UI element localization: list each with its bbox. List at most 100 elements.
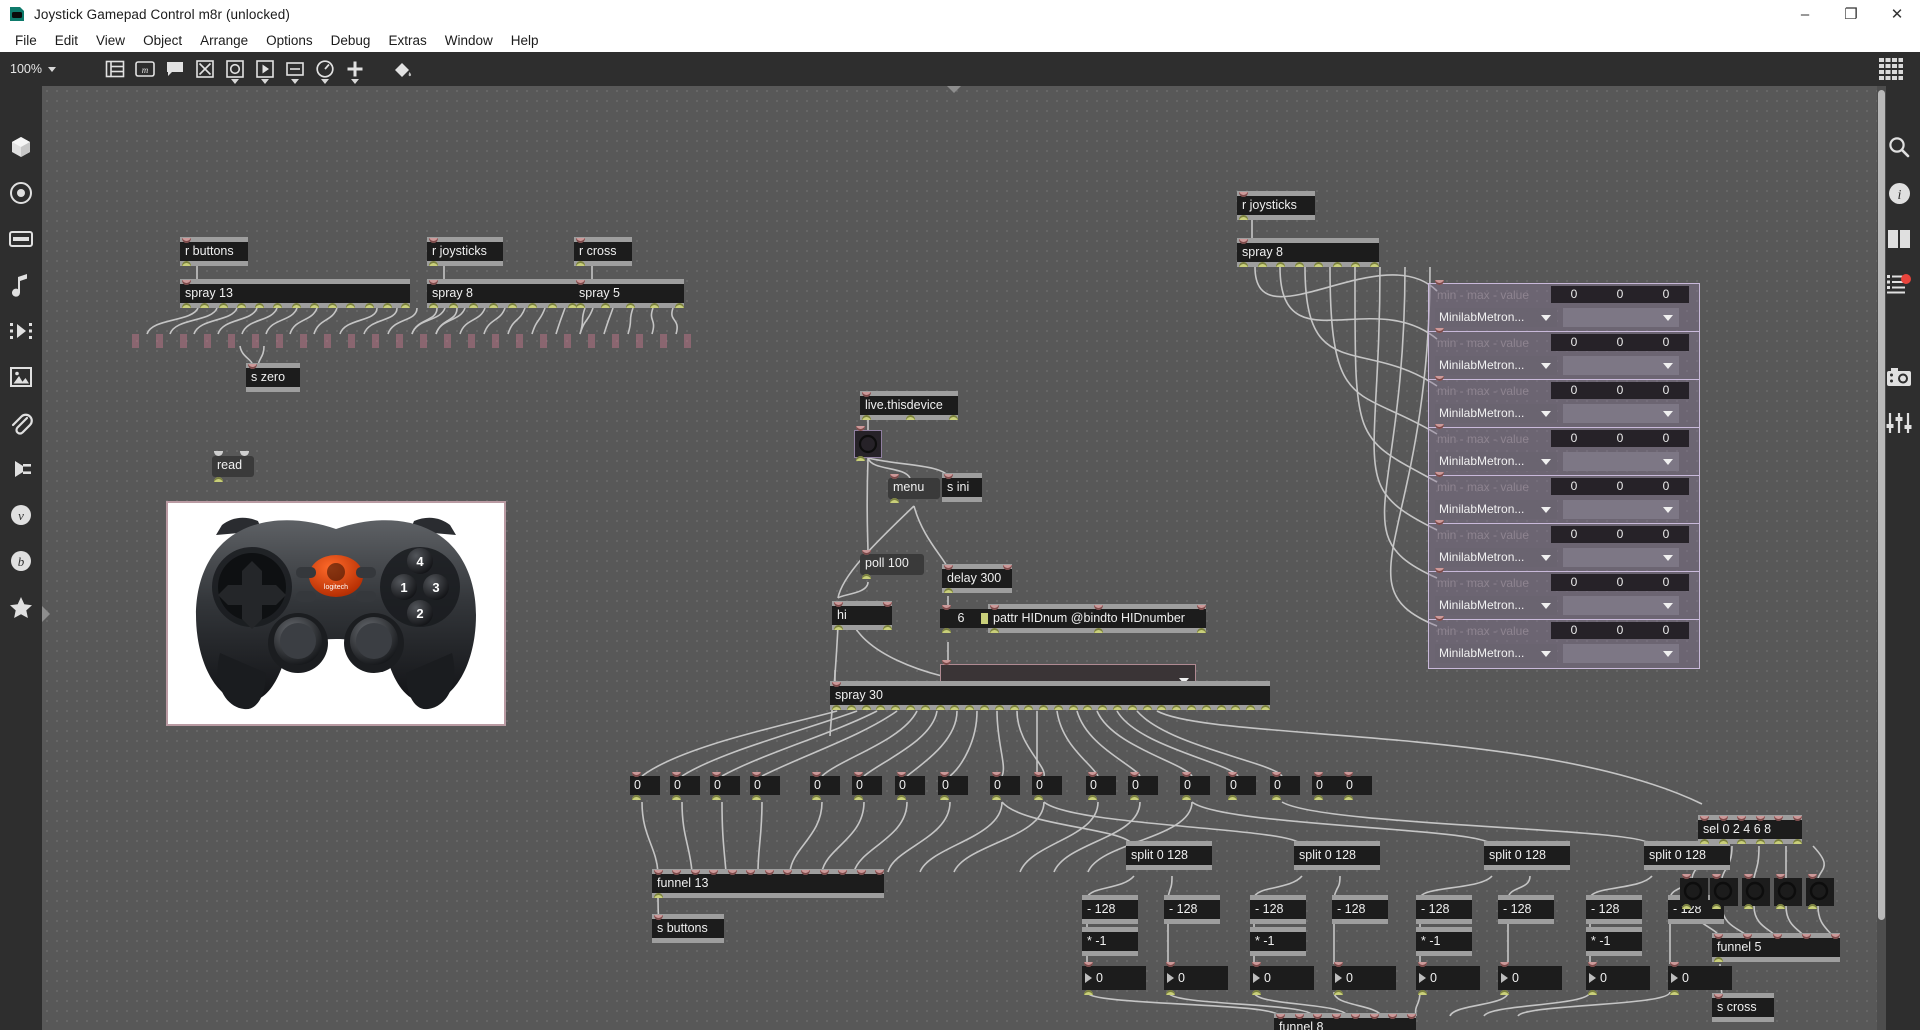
minilab-min-number-box[interactable]: 0 bbox=[1551, 526, 1597, 543]
delay-300-object[interactable]: delay 300 bbox=[942, 564, 1012, 593]
split-object[interactable]: split 0 128 bbox=[1126, 841, 1212, 870]
send-buttons-object[interactable]: s buttons bbox=[652, 914, 724, 943]
minilab-max-number-box[interactable]: 0 bbox=[1597, 286, 1643, 303]
number-box-large[interactable]: 0 bbox=[1498, 966, 1562, 990]
minilab-value-number-box[interactable]: 0 bbox=[1643, 430, 1689, 447]
split-object[interactable]: split 0 128 bbox=[1644, 841, 1730, 870]
minilab-max-number-box[interactable]: 0 bbox=[1597, 430, 1643, 447]
times-object[interactable]: * -1 bbox=[1082, 927, 1138, 956]
sidebar-panel-icon[interactable] bbox=[100, 52, 130, 86]
minus-object[interactable]: - 128 bbox=[1082, 895, 1138, 924]
minilab-min-number-box[interactable]: 0 bbox=[1551, 334, 1597, 351]
star-icon[interactable] bbox=[0, 584, 42, 630]
number-box[interactable]: 0 bbox=[990, 776, 1020, 795]
spray-30-object[interactable]: spray 30 bbox=[830, 681, 1270, 710]
cross-toggle[interactable] bbox=[1680, 878, 1708, 906]
send-cross-object[interactable]: s cross bbox=[1712, 993, 1774, 1022]
minilab-device-dropdown[interactable]: MinilabMetron... bbox=[1435, 596, 1557, 615]
minus-object[interactable]: - 128 bbox=[1164, 895, 1220, 924]
minilab-max-number-box[interactable]: 0 bbox=[1597, 526, 1643, 543]
target-circle-icon[interactable] bbox=[0, 170, 42, 216]
receive-joysticks-object[interactable]: r joysticks bbox=[427, 237, 503, 266]
number-box[interactable]: 0 bbox=[710, 776, 740, 795]
package-cube-icon[interactable] bbox=[0, 124, 42, 170]
menu-item-window[interactable]: Window bbox=[436, 31, 502, 50]
vizzie-v-icon[interactable]: v bbox=[0, 492, 42, 538]
number-box[interactable]: 0 bbox=[895, 776, 925, 795]
menu-message-box[interactable]: menu bbox=[888, 478, 940, 499]
toggle-object-icon[interactable] bbox=[220, 52, 250, 86]
sel-object[interactable]: sel 0 2 4 6 8 bbox=[1698, 815, 1802, 844]
minus-object[interactable]: - 128 bbox=[1416, 895, 1472, 924]
number-box-large[interactable]: 0 bbox=[1332, 966, 1396, 990]
gamepad-image[interactable]: 1 2 3 4 logitech bbox=[166, 501, 506, 726]
funnel-8-object[interactable]: funnel 8 bbox=[1274, 1013, 1416, 1030]
minilab-max-number-box[interactable]: 0 bbox=[1597, 382, 1643, 399]
number-box[interactable]: 0 bbox=[810, 776, 840, 795]
live-thisdevice-object[interactable]: live.thisdevice bbox=[860, 391, 958, 420]
number-box[interactable]: 0 bbox=[1086, 776, 1116, 795]
image-icon[interactable] bbox=[0, 354, 42, 400]
spray-8-object-left[interactable]: spray 8 bbox=[427, 279, 577, 308]
paint-bucket-icon[interactable] bbox=[388, 52, 418, 86]
number-box-large[interactable]: 0 bbox=[1416, 966, 1480, 990]
minilab-device-dropdown[interactable]: MinilabMetron... bbox=[1435, 500, 1557, 519]
minimize-button[interactable]: – bbox=[1782, 0, 1828, 28]
number-box[interactable]: 0 bbox=[1180, 776, 1210, 795]
close-box-icon[interactable] bbox=[190, 52, 220, 86]
music-note-icon[interactable] bbox=[0, 262, 42, 308]
minilab-value-number-box[interactable]: 0 bbox=[1643, 526, 1689, 543]
receive-joysticks-object-2[interactable]: r joysticks bbox=[1237, 191, 1315, 220]
split-object[interactable]: split 0 128 bbox=[1484, 841, 1570, 870]
menu-item-extras[interactable]: Extras bbox=[379, 31, 435, 50]
spray-13-object[interactable]: spray 13 bbox=[180, 279, 410, 308]
minilab-min-number-box[interactable]: 0 bbox=[1551, 622, 1597, 639]
maximize-button[interactable]: ❐ bbox=[1828, 0, 1874, 28]
plug-icon[interactable] bbox=[0, 446, 42, 492]
number-box[interactable]: 0 bbox=[1032, 776, 1062, 795]
number-box[interactable]: 0 bbox=[1342, 776, 1372, 795]
cross-toggle[interactable] bbox=[1774, 878, 1802, 906]
minilab-target-dropdown[interactable] bbox=[1563, 548, 1679, 567]
minus-object[interactable]: - 128 bbox=[1586, 895, 1642, 924]
minilab-max-number-box[interactable]: 0 bbox=[1597, 574, 1643, 591]
close-button[interactable]: ✕ bbox=[1874, 0, 1920, 28]
menu-item-help[interactable]: Help bbox=[502, 31, 548, 50]
number-box-large[interactable]: 0 bbox=[1082, 966, 1146, 990]
keyboard-panel-icon[interactable] bbox=[0, 216, 42, 262]
minilab-value-number-box[interactable]: 0 bbox=[1643, 622, 1689, 639]
toggle-object[interactable] bbox=[854, 430, 882, 458]
number-box[interactable]: 0 bbox=[670, 776, 700, 795]
minilab-device-dropdown[interactable]: MinilabMetron... bbox=[1435, 308, 1557, 327]
minilab-value-number-box[interactable]: 0 bbox=[1643, 286, 1689, 303]
gauge-icon[interactable] bbox=[310, 52, 340, 86]
number-box[interactable]: 0 bbox=[852, 776, 882, 795]
minilab-value-number-box[interactable]: 0 bbox=[1643, 478, 1689, 495]
times-object[interactable]: * -1 bbox=[1250, 927, 1306, 956]
minilab-target-dropdown[interactable] bbox=[1563, 356, 1679, 375]
minus-object[interactable]: - 128 bbox=[1498, 895, 1554, 924]
minilab-max-number-box[interactable]: 0 bbox=[1597, 622, 1643, 639]
number-box-large[interactable]: 0 bbox=[1586, 966, 1650, 990]
spray-5-object[interactable]: spray 5 bbox=[574, 279, 684, 308]
number-box[interactable]: 0 bbox=[750, 776, 780, 795]
cross-toggle[interactable] bbox=[1710, 878, 1738, 906]
pattr-hidnum-object[interactable]: pattr HIDnum @bindto HIDnumber bbox=[988, 604, 1206, 633]
minilab-max-number-box[interactable]: 0 bbox=[1597, 478, 1643, 495]
minilab-value-number-box[interactable]: 0 bbox=[1643, 382, 1689, 399]
menu-item-object[interactable]: Object bbox=[134, 31, 191, 50]
add-object-icon[interactable] bbox=[340, 52, 370, 86]
grid-view-icon[interactable] bbox=[1876, 52, 1906, 86]
number-box-large[interactable]: 0 bbox=[1250, 966, 1314, 990]
beap-b-icon[interactable]: b bbox=[0, 538, 42, 584]
menu-item-edit[interactable]: Edit bbox=[46, 31, 87, 50]
menu-item-debug[interactable]: Debug bbox=[322, 31, 380, 50]
minilab-device-dropdown[interactable]: MinilabMetron... bbox=[1435, 452, 1557, 471]
menu-item-arrange[interactable]: Arrange bbox=[191, 31, 257, 50]
minilab-device-dropdown[interactable]: MinilabMetron... bbox=[1435, 356, 1557, 375]
cross-toggle[interactable] bbox=[1806, 878, 1834, 906]
filmstrip-icon[interactable] bbox=[0, 308, 42, 354]
receive-cross-object[interactable]: r cross bbox=[574, 237, 632, 266]
minilab-target-dropdown[interactable] bbox=[1563, 596, 1679, 615]
menu-item-file[interactable]: File bbox=[6, 31, 46, 50]
